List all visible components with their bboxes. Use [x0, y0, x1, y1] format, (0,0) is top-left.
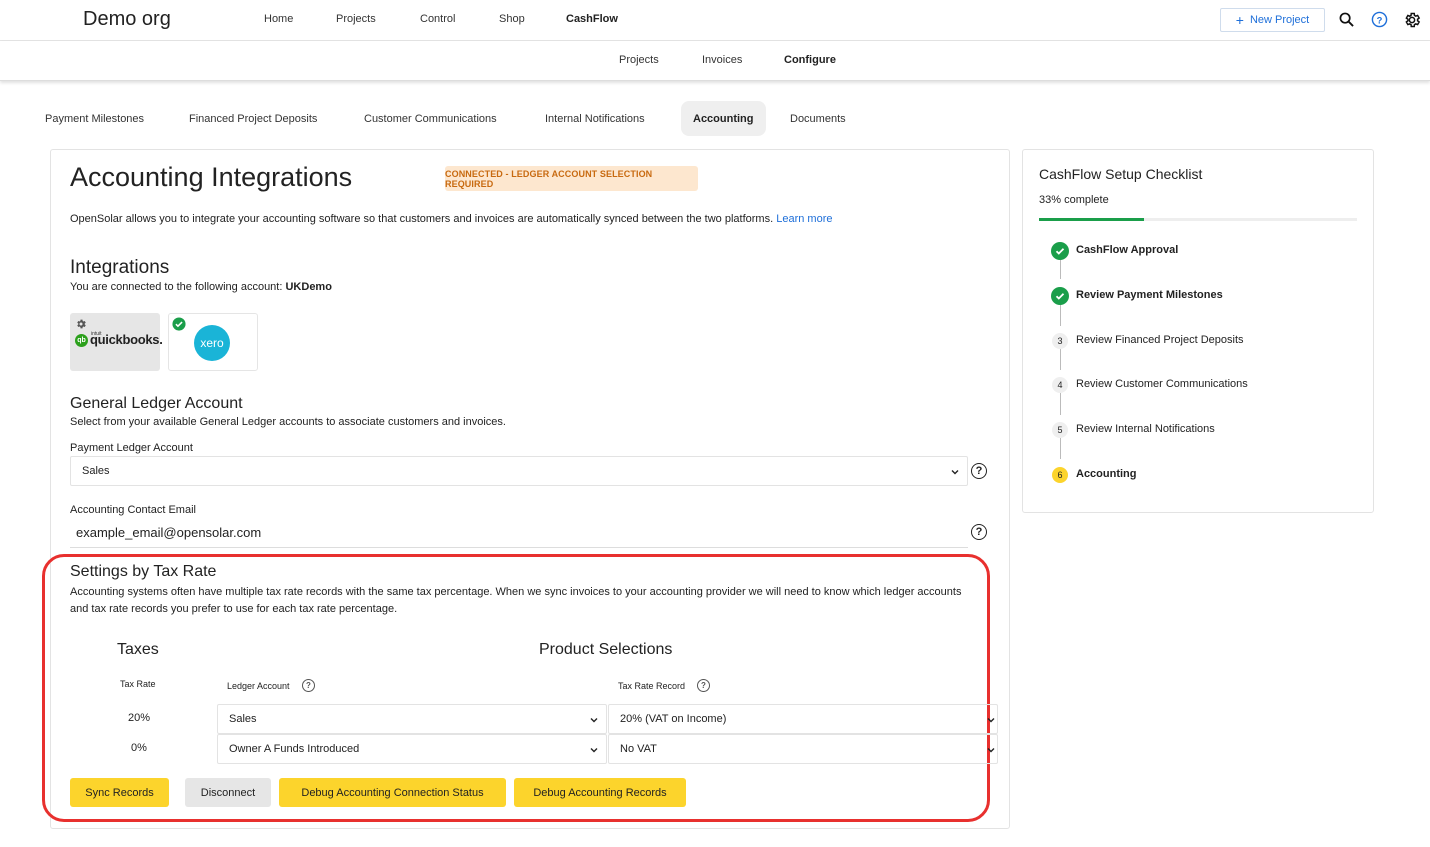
- integrations-title: Integrations: [70, 257, 170, 278]
- check-circle-icon: [1051, 287, 1069, 305]
- col-tax-rate-record: Tax Rate Record: [618, 681, 686, 691]
- sub-header: Projects Invoices Configure: [0, 41, 1430, 81]
- ledger-account-value: Sales: [229, 713, 257, 725]
- xero-logo-icon: xero: [194, 325, 230, 361]
- contact-email-field[interactable]: example_email@opensolar.com: [70, 518, 968, 548]
- step-number-badge: 3: [1052, 333, 1068, 349]
- chevron-down-icon: [951, 470, 959, 475]
- chevron-down-icon: [590, 718, 598, 723]
- tax-rate-record-select[interactable]: No VAT: [608, 734, 998, 764]
- top-header: Demo org Home Projects Control Shop Cash…: [0, 0, 1430, 41]
- debug-connection-status-button[interactable]: Debug Accounting Connection Status: [279, 778, 506, 807]
- tab-accounting[interactable]: Accounting: [681, 101, 766, 136]
- plus-icon: +: [1235, 12, 1244, 28]
- chevron-down-icon: [987, 718, 995, 723]
- payment-ledger-label: Payment Ledger Account: [70, 442, 193, 454]
- step-connector: [1060, 438, 1061, 459]
- chevron-down-icon: [987, 748, 995, 753]
- intro-description: OpenSolar allows you to integrate your a…: [70, 213, 774, 225]
- checklist-progress-fill: [1039, 218, 1144, 221]
- tab-payment-milestones[interactable]: Payment Milestones: [33, 101, 156, 136]
- tab-documents[interactable]: Documents: [778, 101, 858, 136]
- product-selections-heading: Product Selections: [539, 641, 673, 658]
- col-ledger-account: Ledger Account: [227, 681, 290, 691]
- intro-text: OpenSolar allows you to integrate your a…: [70, 213, 832, 225]
- search-icon[interactable]: [1339, 12, 1354, 27]
- connected-account-text: You are connected to the following accou…: [70, 281, 332, 293]
- step-number-badge: 6: [1052, 467, 1068, 483]
- checklist-step-label[interactable]: CashFlow Approval: [1076, 244, 1178, 256]
- check-circle-icon: [1051, 242, 1069, 260]
- tax-rate-record-value: 20% (VAT on Income): [620, 713, 727, 725]
- sync-records-button[interactable]: Sync Records: [70, 778, 169, 807]
- page-title: Accounting Integrations: [70, 162, 353, 192]
- checklist-step-label[interactable]: Review Financed Project Deposits: [1076, 334, 1244, 346]
- quickbooks-logo-icon: qb: [75, 334, 88, 347]
- nav-cashflow[interactable]: CashFlow: [566, 13, 618, 25]
- tab-financed-project-deposits[interactable]: Financed Project Deposits: [177, 101, 329, 136]
- tax-rate-value: 0%: [131, 742, 147, 754]
- disconnect-button[interactable]: Disconnect: [185, 778, 271, 807]
- step-number-badge: 5: [1052, 422, 1068, 438]
- step-number-badge: 4: [1052, 377, 1068, 393]
- debug-accounting-records-button[interactable]: Debug Accounting Records: [514, 778, 686, 807]
- gear-icon[interactable]: [75, 318, 87, 330]
- quickbooks-label: quickbooks.: [90, 332, 163, 347]
- checklist-step-label[interactable]: Review Customer Communications: [1076, 378, 1248, 390]
- check-circle-icon: [172, 317, 186, 331]
- subnav-invoices[interactable]: Invoices: [702, 54, 742, 66]
- checklist-step-label[interactable]: Review Payment Milestones: [1076, 289, 1223, 301]
- taxes-heading: Taxes: [117, 641, 159, 658]
- help-icon[interactable]: ?: [971, 463, 987, 479]
- chevron-down-icon: [590, 748, 598, 753]
- new-project-button[interactable]: + New Project: [1220, 8, 1325, 32]
- new-project-label: New Project: [1249, 14, 1310, 26]
- connected-label: You are connected to the following accou…: [70, 281, 283, 293]
- checklist-progress-bar: [1039, 218, 1357, 221]
- learn-more-link[interactable]: Learn more: [776, 213, 832, 225]
- step-connector: [1060, 304, 1061, 326]
- step-connector: [1060, 349, 1061, 370]
- subnav-projects[interactable]: Projects: [619, 54, 659, 66]
- ledger-account-select[interactable]: Sales: [217, 704, 607, 734]
- subnav-configure[interactable]: Configure: [784, 54, 836, 66]
- col-tax-rate: Tax Rate: [120, 679, 156, 689]
- step-connector: [1060, 393, 1061, 415]
- help-icon[interactable]: ?: [971, 524, 987, 540]
- checklist-progress-label: 33% complete: [1039, 194, 1109, 206]
- general-ledger-title: General Ledger Account: [70, 395, 243, 412]
- gear-icon[interactable]: [1403, 11, 1421, 29]
- payment-ledger-value: Sales: [82, 465, 110, 477]
- xero-integration-tile[interactable]: xero: [168, 313, 258, 371]
- payment-ledger-select[interactable]: Sales: [70, 456, 968, 486]
- svg-text:?: ?: [1377, 15, 1383, 26]
- tab-customer-communications[interactable]: Customer Communications: [352, 101, 509, 136]
- connected-account-name: UKDemo: [285, 281, 332, 293]
- checklist-title: CashFlow Setup Checklist: [1039, 166, 1203, 182]
- nav-control[interactable]: Control: [420, 13, 455, 25]
- tab-internal-notifications[interactable]: Internal Notifications: [533, 101, 657, 136]
- tax-rate-value: 20%: [128, 712, 151, 724]
- tax-rate-record-value: No VAT: [620, 743, 657, 755]
- nav-shop[interactable]: Shop: [499, 13, 525, 25]
- nav-projects[interactable]: Projects: [336, 13, 376, 25]
- status-badge: CONNECTED - LEDGER ACCOUNT SELECTION REQ…: [445, 166, 698, 191]
- help-circle-icon[interactable]: ?: [1371, 11, 1388, 28]
- help-icon[interactable]: ?: [302, 679, 315, 692]
- tax-settings-description: Accounting systems often have multiple t…: [70, 586, 962, 615]
- quickbooks-integration-tile[interactable]: qb intuit quickbooks.: [70, 313, 163, 371]
- ledger-account-select[interactable]: Owner A Funds Introduced: [217, 734, 607, 764]
- checklist-step-label[interactable]: Review Internal Notifications: [1076, 423, 1215, 435]
- ledger-account-value: Owner A Funds Introduced: [229, 743, 360, 755]
- tax-settings-title: Settings by Tax Rate: [70, 563, 217, 580]
- tax-rate-record-select[interactable]: 20% (VAT on Income): [608, 704, 998, 734]
- help-icon[interactable]: ?: [697, 679, 710, 692]
- org-name: Demo org: [83, 8, 171, 30]
- step-connector: [1060, 259, 1061, 279]
- nav-home[interactable]: Home: [264, 13, 293, 25]
- contact-email-label: Accounting Contact Email: [70, 504, 196, 516]
- general-ledger-description: Select from your available General Ledge…: [70, 416, 506, 428]
- checklist-step-label[interactable]: Accounting: [1076, 468, 1137, 480]
